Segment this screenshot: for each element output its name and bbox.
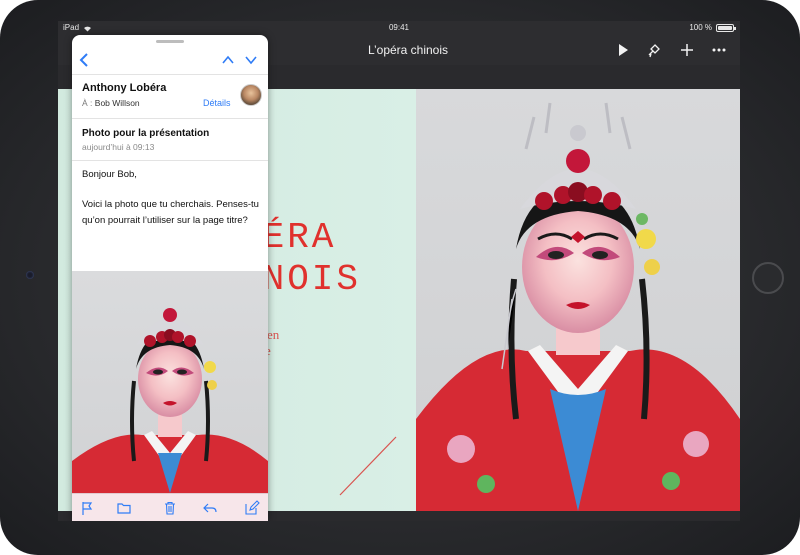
flag-icon[interactable]	[79, 500, 95, 516]
mail-navigation-bar	[72, 45, 268, 75]
more-icon[interactable]	[711, 42, 727, 58]
trash-icon[interactable]	[162, 500, 178, 516]
mail-slide-over[interactable]: Anthony Lobéra À : Bob Willson Détails P…	[72, 35, 268, 521]
decorative-diagonal-line	[339, 436, 397, 496]
attachment-photo	[72, 308, 268, 493]
message-subject: Photo pour la présentation	[82, 128, 210, 139]
message-header: Anthony Lobéra À : Bob Willson Détails	[72, 75, 268, 119]
subject-block: Photo pour la présentation aujourd’hui à…	[72, 119, 268, 161]
opera-performer-photo	[416, 102, 740, 511]
document-title[interactable]: L’opéra chinois	[308, 35, 508, 65]
details-link[interactable]: Détails	[203, 98, 231, 108]
message-greeting: Bonjour Bob,	[82, 169, 137, 180]
slide-over-grabber[interactable]	[156, 40, 184, 43]
cover-photo[interactable]	[416, 89, 740, 511]
message-date: aujourd’hui à 09:13	[82, 142, 155, 152]
battery-fill	[718, 26, 732, 30]
ipad-device: iPad 09:41 100 % L’opéra chinois PÉRA IN…	[0, 0, 800, 555]
front-camera	[26, 271, 34, 279]
recipient-name[interactable]: Bob Willson	[95, 98, 140, 108]
ipad-screen: iPad 09:41 100 % L’opéra chinois PÉRA IN…	[58, 21, 740, 521]
photo-attachment[interactable]	[72, 271, 268, 493]
status-time: 09:41	[388, 23, 410, 32]
paintbrush-icon[interactable]	[646, 42, 662, 58]
back-chevron-icon[interactable]	[76, 51, 94, 69]
to-label: À :	[82, 98, 93, 108]
next-message-icon[interactable]	[242, 51, 260, 69]
battery-icon	[716, 24, 736, 32]
compose-icon[interactable]	[244, 500, 260, 516]
sender-name[interactable]: Anthony Lobéra	[82, 82, 166, 94]
cover-subtitle-line-1: en	[267, 327, 280, 342]
recipient-line: À : Bob Willson	[82, 98, 140, 108]
message-paragraph: Voici la photo que tu cherchais. Penses-…	[82, 199, 259, 226]
battery-percent: 100 %	[689, 23, 712, 32]
reply-icon[interactable]	[202, 500, 218, 516]
home-button[interactable]	[752, 262, 784, 294]
status-bar: iPad 09:41 100 %	[58, 21, 740, 35]
folder-icon[interactable]	[116, 500, 132, 516]
avatar[interactable]	[240, 84, 262, 106]
plus-icon[interactable]	[679, 42, 695, 58]
message-body: Bonjour Bob, Voici la photo que tu cherc…	[82, 167, 262, 243]
previous-message-icon[interactable]	[219, 51, 237, 69]
play-icon[interactable]	[615, 42, 631, 58]
mail-toolbar	[72, 493, 268, 521]
